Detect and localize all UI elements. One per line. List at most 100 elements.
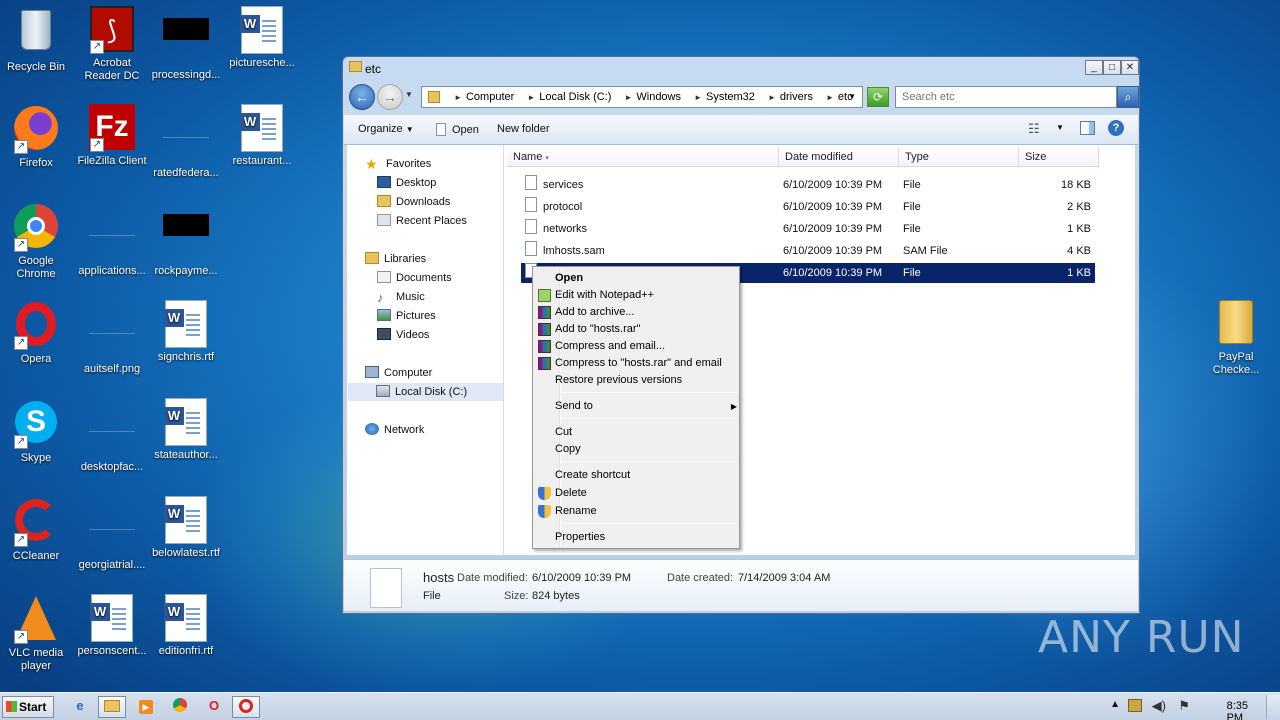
column-name[interactable]: Name ▾	[507, 147, 779, 167]
explorer-taskbar-icon[interactable]	[98, 696, 126, 718]
menu-item-rename[interactable]: Rename	[538, 503, 597, 520]
desktop-icon-personscent[interactable]: personscent...	[74, 594, 150, 658]
maximize-button[interactable]: □	[1103, 60, 1121, 75]
help-icon[interactable]: ?	[1108, 120, 1124, 136]
nav-favorites[interactable]: ★ Favorites	[365, 155, 431, 173]
desktop-icon-rockpayme[interactable]: rockpayme...	[148, 202, 224, 278]
organize-button[interactable]: Organize ▼	[358, 123, 414, 135]
menu-item-send-to[interactable]: Send to ▶	[555, 398, 737, 415]
desktop-icon-georgiatrial[interactable]: georgiatrial....	[74, 496, 150, 572]
desktop-icon-desktopfac[interactable]: desktopfac...	[74, 398, 150, 474]
breadcrumb-windows[interactable]: ► Windows	[617, 87, 684, 108]
menu-item-properties[interactable]: Properties	[555, 529, 605, 546]
file-size: 4 KB	[1067, 245, 1091, 257]
minimize-button[interactable]: _	[1085, 60, 1103, 75]
column-type[interactable]: Type	[899, 147, 1019, 167]
desktop-icon-opera[interactable]: ↗ Opera	[0, 300, 74, 366]
title-bar[interactable]: etc _ □ ✕	[343, 57, 1139, 79]
desktop-icon-applications[interactable]: applications...	[74, 202, 150, 278]
desktop-icon-firefox[interactable]: ↗ Firefox	[0, 104, 74, 170]
forward-button[interactable]: →	[377, 84, 403, 110]
desktop-icon-vlc[interactable]: ↗ VLC media player	[0, 594, 74, 673]
desktop-icon-acrobat[interactable]: ⟆ ↗ Acrobat Reader DC	[74, 6, 150, 83]
desktop-icon-chrome[interactable]: ↗ Google Chrome	[0, 202, 74, 281]
media-player-icon[interactable]: ▶	[132, 696, 160, 718]
breadcrumb-computer[interactable]: ► Computer	[447, 87, 517, 108]
desktop-icon-paypal[interactable]: PayPal Checke...	[1198, 298, 1274, 377]
speaker-icon[interactable]: ◀)	[1152, 698, 1166, 714]
clock[interactable]: 8:35 PM	[1227, 700, 1248, 720]
menu-item-edit-notepadpp[interactable]: Edit with Notepad++	[538, 287, 654, 304]
search-input[interactable]	[895, 86, 1117, 108]
desktop-icon-restaurant[interactable]: restaurant...	[224, 104, 300, 168]
file-row-lmhosts[interactable]: lmhosts.sam 6/10/2009 10:39 PM SAM File …	[521, 241, 1095, 261]
desktop-icon-belowlatest[interactable]: belowlatest.rtf	[148, 496, 224, 560]
nav-pictures[interactable]: Pictures	[377, 307, 436, 325]
nav-recent-places[interactable]: Recent Places	[377, 212, 467, 230]
column-size[interactable]: Size	[1019, 147, 1099, 167]
desktop-icon-recycle-bin[interactable]: Recycle Bin	[0, 6, 74, 74]
desktop-icon-auitself[interactable]: auitself.png	[74, 300, 150, 376]
chrome-taskbar-icon[interactable]	[166, 696, 194, 718]
nav-local-disk[interactable]: Local Disk (C:)	[348, 383, 503, 401]
menu-item-compress-email[interactable]: Compress and email...	[538, 338, 665, 355]
nav-documents[interactable]: Documents	[377, 269, 452, 287]
desktop-icon-skype[interactable]: S ↗ Skype	[0, 398, 74, 465]
column-date-modified[interactable]: Date modified	[779, 147, 899, 167]
file-row-networks[interactable]: networks 6/10/2009 10:39 PM File 1 KB	[521, 219, 1095, 239]
views-icon[interactable]: ☷	[1028, 121, 1040, 137]
menu-item-open[interactable]: Open	[555, 270, 583, 287]
address-dropdown-icon[interactable]: ▼	[848, 87, 856, 107]
desktop-icon-ratedfedera[interactable]: ratedfedera...	[148, 104, 224, 180]
app-taskbar-icon[interactable]	[232, 696, 260, 718]
address-bar[interactable]: ► Computer ► Local Disk (C:) ► Windows ► Sys…	[421, 86, 863, 108]
breadcrumb-local-disk[interactable]: ► Local Disk (C:)	[520, 87, 614, 108]
file-row-protocol[interactable]: protocol 6/10/2009 10:39 PM File 2 KB	[521, 197, 1095, 217]
nav-libraries[interactable]: Libraries	[365, 250, 426, 268]
views-dropdown-icon[interactable]: ▼	[1056, 123, 1064, 132]
action-center-icon[interactable]	[1128, 699, 1142, 712]
menu-item-add-to-hosts-rar[interactable]: Add to "hosts.rar"	[538, 321, 640, 338]
desktop-icon-stateauthor[interactable]: stateauthor...	[148, 398, 224, 462]
menu-item-compress-rar-email[interactable]: Compress to "hosts.rar" and email	[538, 355, 722, 372]
nav-network[interactable]: Network	[365, 421, 424, 439]
new-folder-button[interactable]: New folder	[497, 123, 550, 135]
refresh-button[interactable]: ⟳	[867, 87, 889, 107]
menu-item-delete[interactable]: Delete	[538, 485, 587, 502]
desktop-icon-ccleaner[interactable]: ↗ CCleaner	[0, 496, 74, 563]
menu-item-copy[interactable]: Copy	[555, 441, 581, 458]
explorer-window[interactable]: etc _ □ ✕ ← → ▼ ► Computer ► Local Disk (C…	[342, 56, 1140, 614]
menu-item-cut[interactable]: Cut	[555, 424, 572, 441]
nav-music[interactable]: ♪ Music	[377, 288, 425, 306]
nav-desktop[interactable]: Desktop	[377, 174, 436, 192]
internet-explorer-icon[interactable]: e	[66, 696, 94, 718]
show-desktop-button[interactable]	[1266, 695, 1280, 719]
nav-downloads[interactable]: Downloads	[377, 193, 450, 211]
desktop-icon-filezilla[interactable]: Fz ↗ FileZilla Client	[74, 104, 150, 168]
flag-icon[interactable]: ⚑	[1178, 698, 1190, 714]
desktop-icon-picturesche[interactable]: picturesche...	[224, 6, 300, 70]
recent-pages-dropdown-icon[interactable]: ▼	[405, 90, 413, 99]
breadcrumb-drivers[interactable]: ► drivers	[761, 87, 816, 108]
back-button[interactable]: ←	[349, 84, 375, 110]
open-button[interactable]: Open	[436, 123, 479, 136]
nav-computer[interactable]: Computer	[365, 364, 432, 382]
preview-pane-icon[interactable]	[1080, 121, 1095, 135]
file-row-services[interactable]: services 6/10/2009 10:39 PM File 18 KB	[521, 175, 1095, 195]
breadcrumb-system32[interactable]: ► System32	[687, 87, 758, 108]
desktop-icon-label: rockpayme...	[154, 265, 218, 277]
search-icon[interactable]: ⌕	[1117, 86, 1139, 108]
start-button[interactable]: Start	[2, 696, 54, 718]
file-icon	[88, 214, 136, 262]
menu-item-create-shortcut[interactable]: Create shortcut	[555, 467, 630, 484]
nav-videos[interactable]: Videos	[377, 326, 429, 344]
desktop-icon-processingd[interactable]: processingd...	[148, 6, 224, 82]
menu-item-restore-versions[interactable]: Restore previous versions	[555, 372, 682, 389]
show-hidden-icons-icon[interactable]: ▲	[1110, 699, 1120, 710]
opera-taskbar-icon[interactable]: O	[200, 696, 228, 718]
menu-item-add-to-archive[interactable]: Add to archive...	[538, 304, 635, 321]
close-button[interactable]: ✕	[1121, 60, 1139, 75]
desktop-icon-signchris[interactable]: signchris.rtf	[148, 300, 224, 364]
music-icon: ♪	[377, 290, 384, 305]
desktop-icon-editionfri[interactable]: editionfri.rtf	[148, 594, 224, 658]
